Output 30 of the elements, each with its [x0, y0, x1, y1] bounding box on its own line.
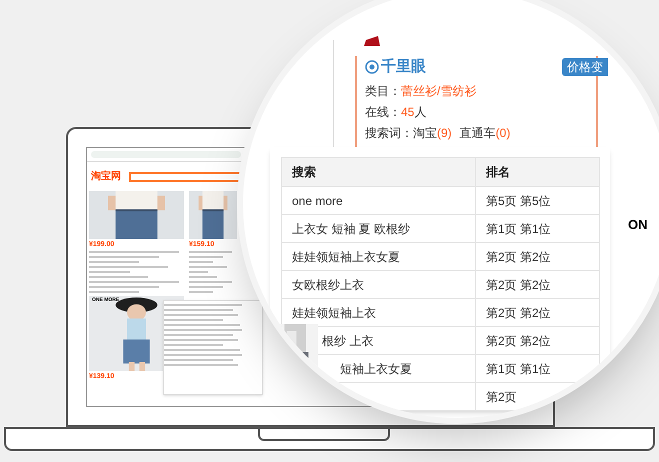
target-icon [365, 60, 379, 74]
table-cell: 第2页 第2位 [476, 326, 600, 354]
product-info-drawing [189, 248, 232, 294]
table-cell: 娃娃领短袖上衣女夏 [282, 242, 476, 270]
brand-title: 千里眼 [381, 57, 426, 77]
table-cell: 上衣女 短袖 夏 欧根纱 [282, 214, 476, 242]
field-label: 类目： [365, 82, 401, 100]
price-change-tag: 价格变 [562, 58, 608, 76]
column-header: 搜索 [282, 158, 476, 186]
field-label: 搜索词： [365, 124, 413, 142]
column-header: 排名 [476, 158, 600, 186]
source-count: (9) [437, 124, 452, 142]
field-value: 蕾丝衫/雪纺衫 [401, 82, 476, 100]
field-value: 45 [401, 104, 414, 120]
source-name: 直通车 [460, 124, 496, 142]
taobao-logo: 淘宝网 [91, 172, 121, 182]
table-cell: 第5页 第5位 [476, 186, 600, 214]
table-cell: 第1页 第1位 [476, 214, 600, 242]
field-unit: 人 [414, 104, 426, 120]
table-cell: 第2页 第2位 [476, 242, 600, 270]
field-label: 在线： [365, 104, 401, 120]
side-text: ON [628, 216, 648, 234]
table-cell: 女欧根纱上衣 [282, 270, 476, 298]
shop-icon [364, 36, 380, 46]
table-cell: 第2页 第2位 [476, 270, 600, 298]
table-cell: one more [282, 186, 476, 214]
table-cell: 第2页 第2位 [476, 298, 600, 326]
table-cell: 第1页 第1位 [476, 354, 600, 382]
source-count: (0) [496, 124, 510, 142]
source-name: 淘宝 [413, 124, 437, 142]
